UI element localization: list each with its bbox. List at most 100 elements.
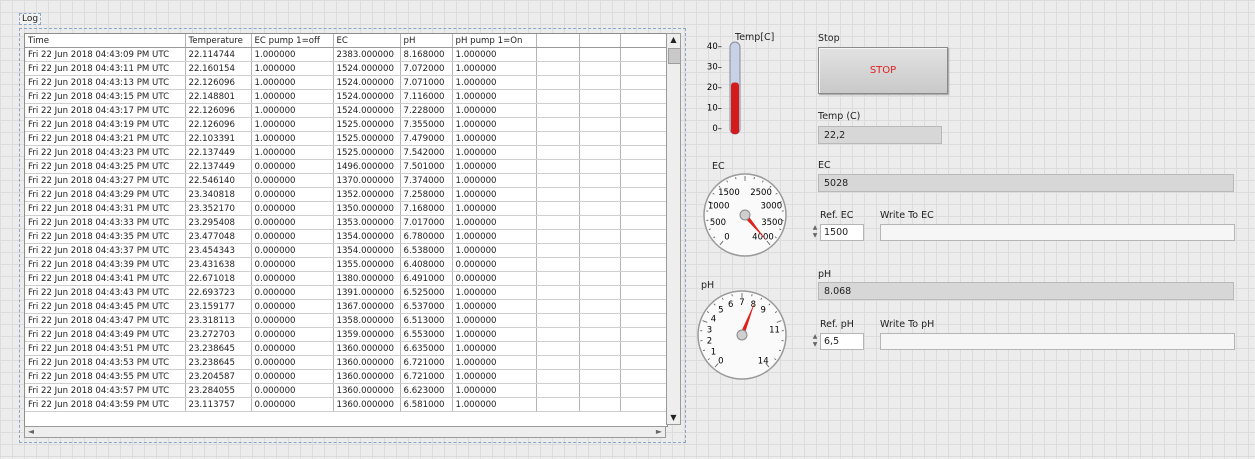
table-cell[interactable]: Fri 22 Jun 2018 04:43:23 PM UTC bbox=[25, 145, 186, 160]
log-table[interactable]: Time Temperature EC pump 1=off EC pH pH pump … bbox=[24, 33, 668, 427]
table-cell[interactable]: 1370.000000 bbox=[333, 173, 401, 188]
write-ph-field[interactable] bbox=[880, 333, 1235, 350]
table-cell[interactable]: 1.000000 bbox=[452, 89, 537, 104]
table-cell[interactable]: 1524.000000 bbox=[333, 103, 401, 118]
table-cell[interactable]: 6.780000 bbox=[400, 229, 453, 244]
table-cell[interactable]: 7.071000 bbox=[400, 75, 453, 90]
table-cell[interactable]: 1367.000000 bbox=[333, 299, 401, 314]
table-cell[interactable] bbox=[579, 159, 621, 174]
table-cell[interactable]: 22.126096 bbox=[185, 75, 252, 90]
table-cell[interactable]: 1.000000 bbox=[452, 355, 537, 370]
table-cell[interactable] bbox=[536, 173, 580, 188]
table-row[interactable]: Fri 22 Jun 2018 04:43:43 PM UTC 22.693723… bbox=[25, 285, 667, 300]
table-cell[interactable]: 1.000000 bbox=[452, 285, 537, 300]
table-cell[interactable] bbox=[579, 299, 621, 314]
table-row[interactable]: Fri 22 Jun 2018 04:43:57 PM UTC 23.284055… bbox=[25, 383, 667, 398]
table-cell[interactable]: 1354.000000 bbox=[333, 243, 401, 258]
table-row[interactable]: Fri 22 Jun 2018 04:43:17 PM UTC 22.126096… bbox=[25, 103, 667, 118]
table-cell[interactable]: 1.000000 bbox=[452, 229, 537, 244]
table-cell[interactable]: 1.000000 bbox=[452, 341, 537, 356]
table-cell[interactable]: 22.137449 bbox=[185, 145, 252, 160]
table-cell[interactable]: 2383.000000 bbox=[333, 47, 401, 62]
table-row[interactable]: Fri 22 Jun 2018 04:43:25 PM UTC 22.137449… bbox=[25, 159, 667, 174]
table-cell[interactable] bbox=[620, 397, 667, 412]
table-row[interactable]: Fri 22 Jun 2018 04:43:21 PM UTC 22.103391… bbox=[25, 131, 667, 146]
table-cell[interactable] bbox=[620, 271, 667, 286]
table-cell[interactable]: 1524.000000 bbox=[333, 75, 401, 90]
table-cell[interactable]: 1354.000000 bbox=[333, 229, 401, 244]
table-cell[interactable]: 0.000000 bbox=[251, 173, 334, 188]
table-cell[interactable]: Fri 22 Jun 2018 04:43:27 PM UTC bbox=[25, 173, 186, 188]
table-cell[interactable]: Fri 22 Jun 2018 04:43:31 PM UTC bbox=[25, 201, 186, 216]
table-cell[interactable] bbox=[620, 229, 667, 244]
table-cell[interactable]: 6.538000 bbox=[400, 243, 453, 258]
table-cell[interactable]: Fri 22 Jun 2018 04:43:59 PM UTC bbox=[25, 397, 186, 412]
table-cell[interactable]: 1.000000 bbox=[452, 159, 537, 174]
table-cell[interactable]: 1.000000 bbox=[452, 397, 537, 412]
table-cell[interactable]: 1525.000000 bbox=[333, 117, 401, 132]
table-row[interactable]: Fri 22 Jun 2018 04:43:41 PM UTC 22.671018… bbox=[25, 271, 667, 286]
table-cell[interactable] bbox=[536, 89, 580, 104]
table-cell[interactable]: 23.113757 bbox=[185, 397, 252, 412]
table-cell[interactable]: 7.479000 bbox=[400, 131, 453, 146]
scroll-right-arrow-icon[interactable]: ► bbox=[653, 427, 665, 437]
table-cell[interactable]: 1.000000 bbox=[452, 215, 537, 230]
table-cell[interactable] bbox=[620, 299, 667, 314]
table-cell[interactable]: 1.000000 bbox=[452, 103, 537, 118]
table-cell[interactable]: 1359.000000 bbox=[333, 327, 401, 342]
table-cell[interactable] bbox=[579, 117, 621, 132]
table-cell[interactable]: Fri 22 Jun 2018 04:43:47 PM UTC bbox=[25, 313, 186, 328]
table-cell[interactable] bbox=[579, 243, 621, 258]
table-cell[interactable] bbox=[579, 187, 621, 202]
scroll-left-arrow-icon[interactable]: ◄ bbox=[25, 427, 37, 437]
table-cell[interactable]: 1.000000 bbox=[251, 61, 334, 76]
table-cell[interactable]: 0.000000 bbox=[251, 229, 334, 244]
table-cell[interactable] bbox=[536, 341, 580, 356]
table-row[interactable]: Fri 22 Jun 2018 04:43:15 PM UTC 22.148801… bbox=[25, 89, 667, 104]
table-cell[interactable]: 1525.000000 bbox=[333, 145, 401, 160]
table-cell[interactable] bbox=[536, 47, 580, 62]
table-cell[interactable]: 0.000000 bbox=[251, 215, 334, 230]
table-cell[interactable] bbox=[579, 89, 621, 104]
table-cell[interactable]: 1.000000 bbox=[251, 103, 334, 118]
table-cell[interactable]: 23.431638 bbox=[185, 257, 252, 272]
table-cell[interactable] bbox=[620, 103, 667, 118]
table-cell[interactable]: 1496.000000 bbox=[333, 159, 401, 174]
table-cell[interactable]: 0.000000 bbox=[251, 187, 334, 202]
table-row[interactable]: Fri 22 Jun 2018 04:43:11 PM UTC 22.160154… bbox=[25, 61, 667, 76]
table-cell[interactable]: 1391.000000 bbox=[333, 285, 401, 300]
table-cell[interactable]: 7.072000 bbox=[400, 61, 453, 76]
table-cell[interactable] bbox=[536, 257, 580, 272]
scroll-down-arrow-icon[interactable]: ▼ bbox=[667, 412, 680, 424]
table-cell[interactable] bbox=[579, 47, 621, 62]
table-cell[interactable]: 1.000000 bbox=[452, 61, 537, 76]
table-cell[interactable]: 0.000000 bbox=[452, 271, 537, 286]
table-cell[interactable]: 23.159177 bbox=[185, 299, 252, 314]
table-cell[interactable] bbox=[620, 75, 667, 90]
table-cell[interactable]: 1.000000 bbox=[452, 201, 537, 216]
table-cell[interactable]: 1360.000000 bbox=[333, 355, 401, 370]
table-cell[interactable]: 1.000000 bbox=[452, 369, 537, 384]
table-cell[interactable] bbox=[620, 159, 667, 174]
table-cell[interactable]: Fri 22 Jun 2018 04:43:51 PM UTC bbox=[25, 341, 186, 356]
table-cell[interactable]: 23.204587 bbox=[185, 369, 252, 384]
table-cell[interactable]: 22.114744 bbox=[185, 47, 252, 62]
table-cell[interactable]: 1.000000 bbox=[251, 89, 334, 104]
table-cell[interactable]: 22.148801 bbox=[185, 89, 252, 104]
table-cell[interactable]: 1.000000 bbox=[251, 117, 334, 132]
table-cell[interactable]: 22.126096 bbox=[185, 103, 252, 118]
table-cell[interactable]: 1355.000000 bbox=[333, 257, 401, 272]
table-cell[interactable]: 23.454343 bbox=[185, 243, 252, 258]
log-horizontal-scrollbar[interactable]: ◄ ► bbox=[24, 426, 666, 438]
table-cell[interactable] bbox=[579, 327, 621, 342]
table-cell[interactable]: 1.000000 bbox=[452, 47, 537, 62]
table-cell[interactable] bbox=[620, 355, 667, 370]
table-cell[interactable]: 1.000000 bbox=[452, 145, 537, 160]
write-ec-field[interactable] bbox=[880, 224, 1235, 241]
table-cell[interactable]: 1353.000000 bbox=[333, 215, 401, 230]
table-cell[interactable]: 0.000000 bbox=[251, 383, 334, 398]
table-row[interactable]: Fri 22 Jun 2018 04:43:47 PM UTC 23.318113… bbox=[25, 313, 667, 328]
table-cell[interactable]: 1.000000 bbox=[452, 173, 537, 188]
table-cell[interactable] bbox=[536, 243, 580, 258]
table-cell[interactable]: Fri 22 Jun 2018 04:43:15 PM UTC bbox=[25, 89, 186, 104]
